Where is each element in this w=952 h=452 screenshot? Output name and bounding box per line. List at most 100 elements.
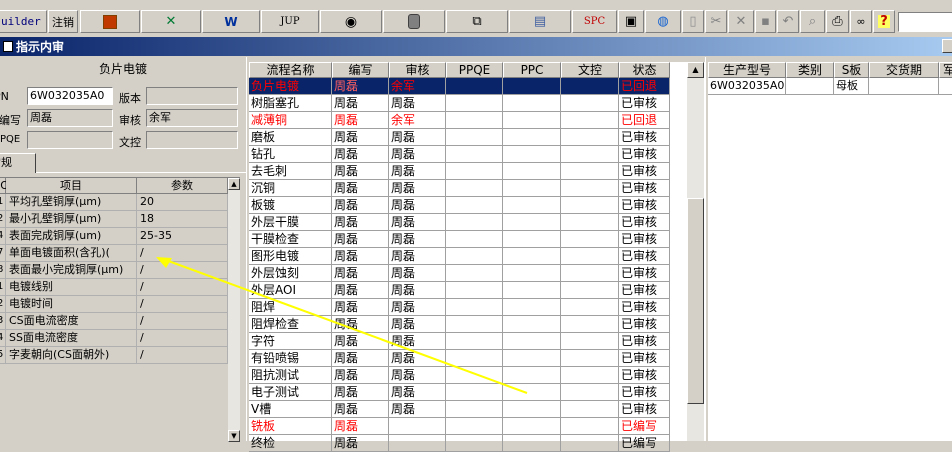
process-header-ppqe[interactable]: PPQE [446,62,503,78]
process-row[interactable]: 负片电镀 周磊 余军 已回退 [249,78,679,95]
param-value-cell[interactable]: / [137,313,228,330]
delete-button[interactable]: ✕ [728,10,754,33]
param-row[interactable]: 4表面完成铜厚(um)25-35 [0,228,228,245]
process-header-doc[interactable]: 文控 [561,62,619,78]
param-header-param[interactable]: 参数 [137,178,228,194]
process-cell-status: 已审核 [619,282,670,299]
tab-general[interactable]: 常规 [0,153,36,173]
process-row[interactable]: 去毛刺 周磊 周磊 已审核 [249,163,679,180]
jup-button[interactable]: JUP [261,10,319,33]
process-row[interactable]: 铣板 周磊 已编写 [249,418,679,435]
param-value-cell[interactable]: 25-35 [137,228,228,245]
process-row[interactable]: 阻焊检查 周磊 周磊 已审核 [249,316,679,333]
param-row[interactable]: 8表面最小完成铜厚(μm)/ [0,262,228,279]
param-value-cell[interactable]: / [137,262,228,279]
scroll-down-button[interactable]: ▼ [228,430,240,442]
param-value-cell[interactable]: 20 [137,194,228,211]
param-value-cell[interactable]: 18 [137,211,228,228]
database-button[interactable] [383,10,445,33]
process-row[interactable]: 钻孔 周磊 周磊 已审核 [249,146,679,163]
model-header-extra[interactable]: 军 [939,62,952,78]
process-row[interactable]: 外层AOI 周磊 周磊 已审核 [249,282,679,299]
process-row[interactable]: 外层干膜 周磊 周磊 已审核 [249,214,679,231]
param-header-item[interactable]: 项目 [6,178,137,194]
param-value-cell[interactable]: / [137,296,228,313]
scroll-up-button[interactable]: ▲ [687,62,704,78]
param-row[interactable]: 7单面电镀面积(含孔)(/ [0,245,228,262]
builder-button[interactable]: uilder [0,10,47,33]
pn-field[interactable]: 6W032035A0 [27,87,113,105]
process-cell-ppc [503,299,561,316]
device-button[interactable]: ▤ [509,10,571,33]
form-button[interactable]: ▣ [618,10,644,33]
process-row[interactable]: 干膜检查 周磊 周磊 已审核 [249,231,679,248]
process-header-name[interactable]: 流程名称 [249,62,332,78]
excel-button[interactable]: ✕ [141,10,201,33]
spc-button[interactable]: SPC [572,10,617,33]
param-value-cell[interactable]: / [137,330,228,347]
param-row[interactable]: 4SS面电流密度/ [0,330,228,347]
param-row[interactable]: 3CS面电流密度/ [0,313,228,330]
ppqe-field[interactable] [27,131,113,149]
process-row[interactable]: V槽 周磊 周磊 已审核 [249,401,679,418]
process-row[interactable]: 电子测试 周磊 周磊 已审核 [249,384,679,401]
model-header-delivery[interactable]: 交货期 [869,62,939,78]
process-header-status[interactable]: 状态 [619,62,670,78]
process-row[interactable]: 减薄铜 周磊 余军 已回退 [249,112,679,129]
cut-icon: ✂ [710,14,722,29]
param-value-cell[interactable]: / [137,279,228,296]
word-button[interactable]: W [202,10,260,33]
scroll-up-button[interactable]: ▲ [228,178,240,190]
process-row[interactable]: 字符 周磊 周磊 已审核 [249,333,679,350]
model-header-model[interactable]: 生产型号 [708,62,786,78]
save-button[interactable]: ▪ [755,10,776,33]
doc-control-label: 文控 [119,136,141,149]
logout-button[interactable]: 注销 [48,10,78,33]
process-row[interactable]: 图形电镀 周磊 周磊 已审核 [249,248,679,265]
process-row[interactable]: 外层蚀刻 周磊 周磊 已审核 [249,265,679,282]
param-row[interactable]: 1平均孔壁铜厚(μm)20 [0,194,228,211]
param-row[interactable]: 1电镀线别/ [0,279,228,296]
process-row[interactable]: 终检 周磊 已编写 [249,435,679,452]
param-scrollbar[interactable]: ▲ ▼ [228,178,240,442]
param-value-cell[interactable]: / [137,245,228,262]
help-button[interactable]: ? [873,10,895,33]
writer-field[interactable]: 周磊 [27,109,113,127]
process-row[interactable]: 有铅喷锡 周磊 周磊 已审核 [249,350,679,367]
process-row[interactable]: 沉铜 周磊 周磊 已审核 [249,180,679,197]
param-row[interactable]: 2最小孔壁铜厚(μm)18 [0,211,228,228]
process-cell-name: 钻孔 [249,146,332,163]
process-cell-writer: 周磊 [332,401,389,418]
param-value-cell[interactable]: / [137,347,228,364]
network-button[interactable]: ⧉ [446,10,508,33]
model-row[interactable]: 6W032035A0 母板 [708,78,952,95]
preview-button[interactable]: ⌕ [800,10,825,33]
close-button[interactable] [942,39,952,53]
powerpoint-button[interactable] [80,10,140,33]
process-header-ppc[interactable]: PPC [503,62,561,78]
toolbar-input[interactable] [898,12,952,32]
print-button[interactable]: ⎙ [826,10,849,33]
process-row[interactable]: 板镀 周磊 周磊 已审核 [249,197,679,214]
param-row[interactable]: 5字麦朝向(CS面朝外)/ [0,347,228,364]
process-row[interactable]: 树脂塞孔 周磊 周磊 已审核 [249,95,679,112]
version-field[interactable] [146,87,238,105]
process-header-writer[interactable]: 编写 [332,62,389,78]
undo-button[interactable]: ↶ [777,10,799,33]
process-header-reviewer[interactable]: 审核 [389,62,446,78]
scroll-thumb[interactable] [687,198,704,404]
find-button[interactable]: ∞ [850,10,872,33]
process-grid-scrollbar[interactable]: ▲ [687,62,704,441]
process-row[interactable]: 磨板 周磊 周磊 已审核 [249,129,679,146]
view-button[interactable]: ◉ [320,10,382,33]
process-row[interactable]: 阻焊 周磊 周磊 已审核 [249,299,679,316]
reviewer-field[interactable]: 余军 [146,109,238,127]
cut-button[interactable]: ✂ [705,10,727,33]
model-header-category[interactable]: 类别 [786,62,834,78]
new-button[interactable]: ▯ [682,10,704,33]
doc-control-field[interactable] [146,131,238,149]
param-row[interactable]: 2电镀时间/ [0,296,228,313]
process-row[interactable]: 阻抗测试 周磊 周磊 已审核 [249,367,679,384]
model-header-s_board[interactable]: S板 [834,62,869,78]
globe-button[interactable]: ◍ [645,10,681,33]
